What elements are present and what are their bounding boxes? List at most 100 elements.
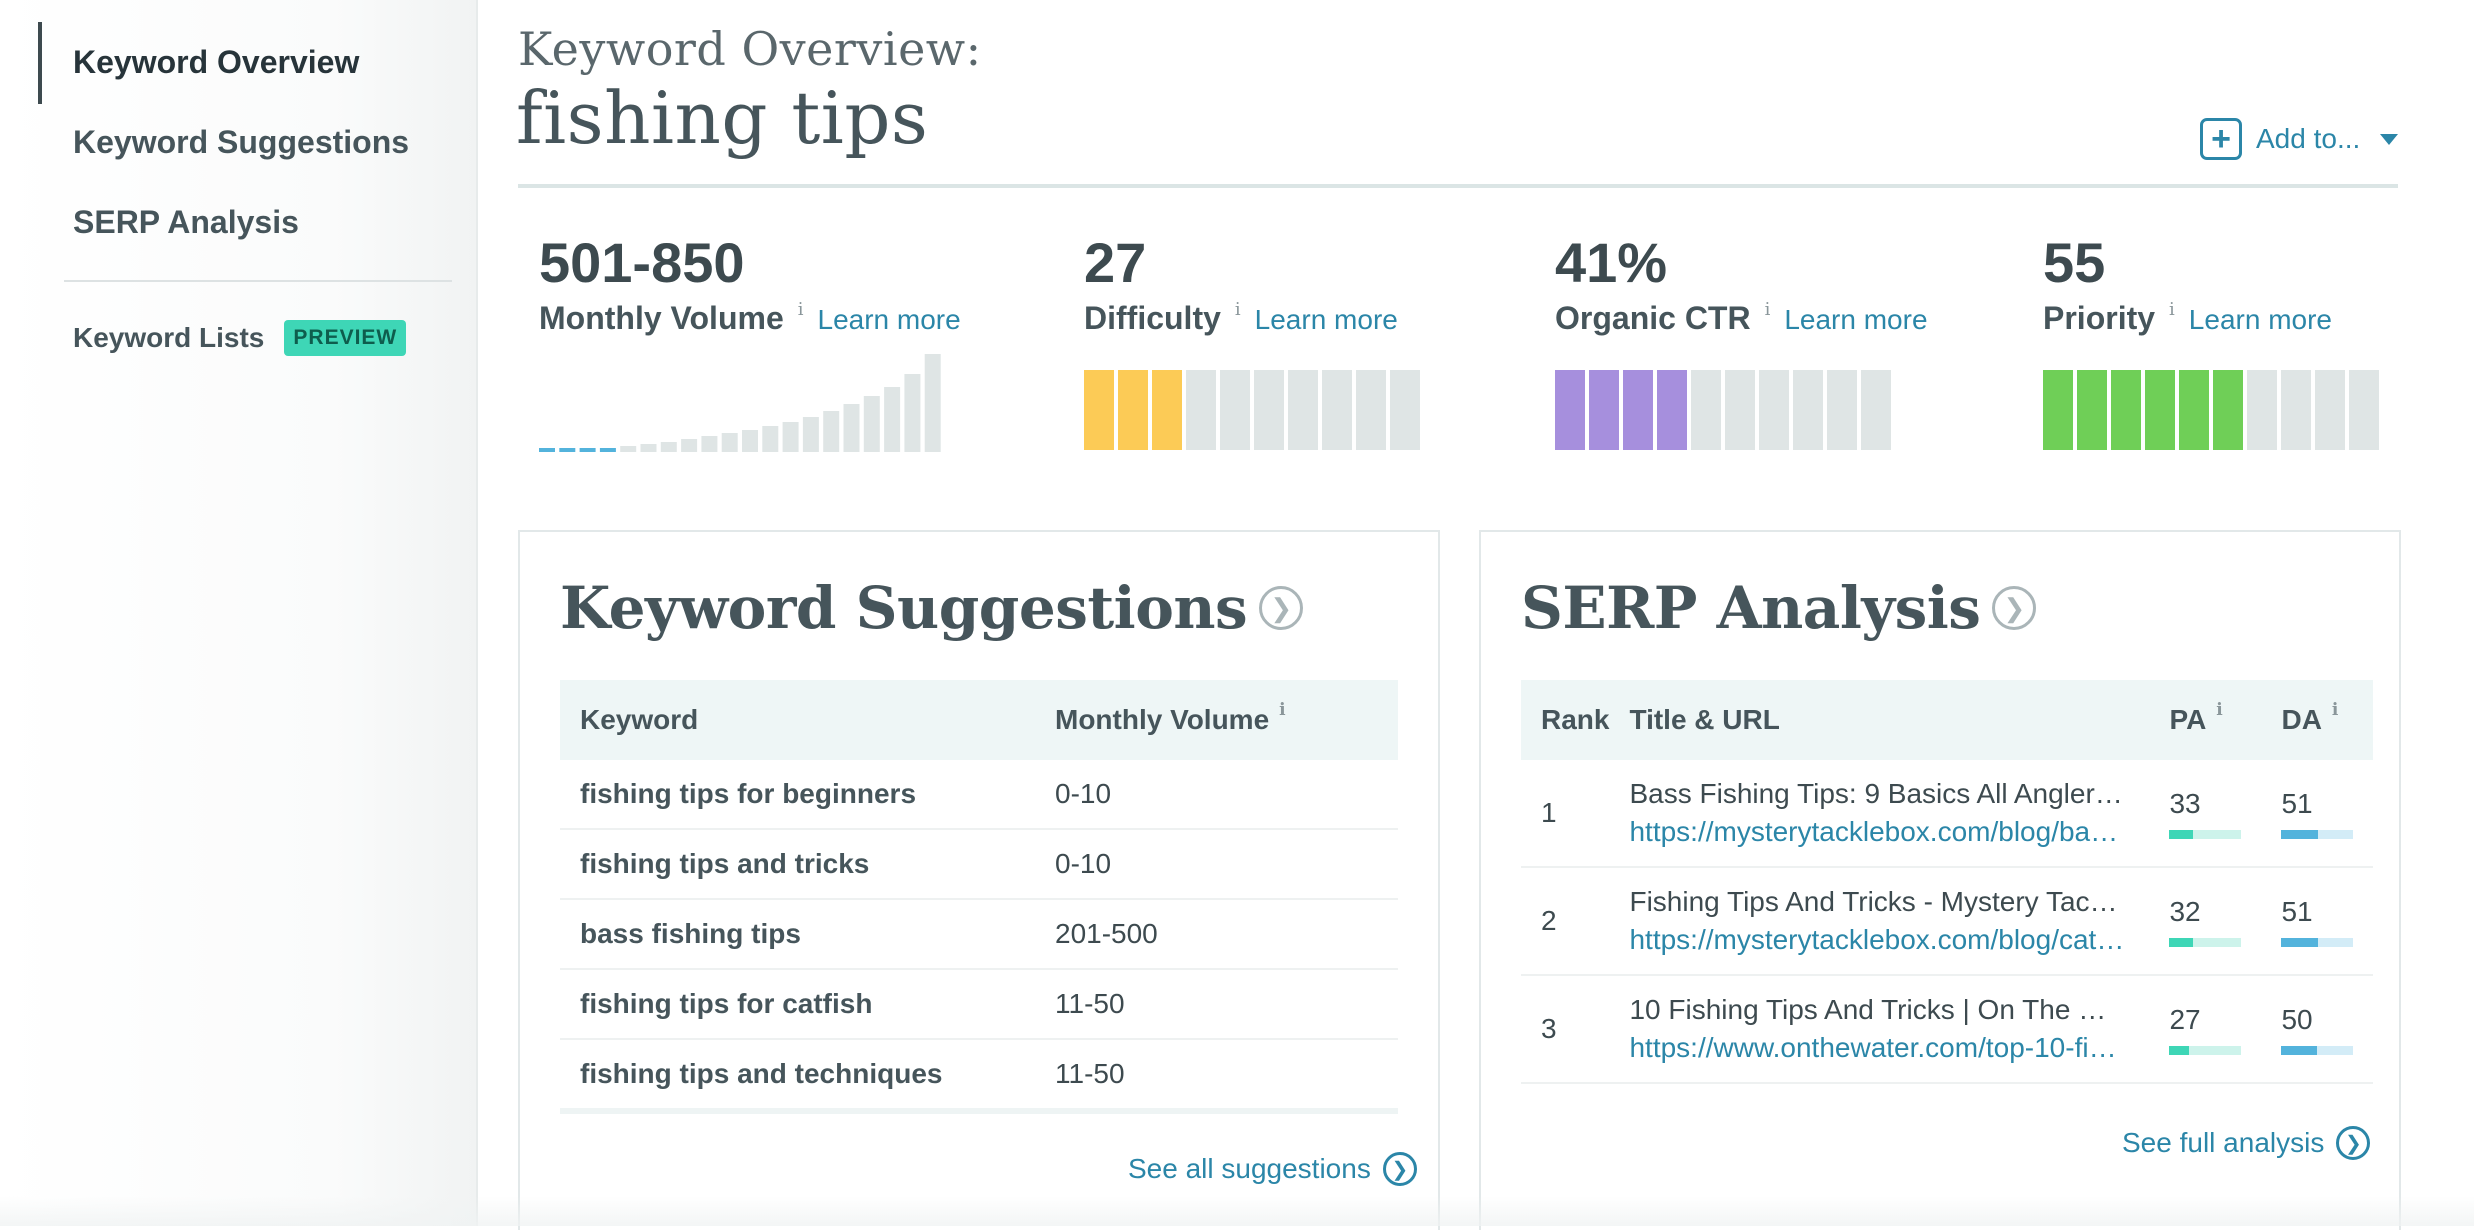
pa-value: 27 (2169, 1003, 2201, 1035)
trend-bar (904, 374, 921, 452)
info-icon[interactable]: i (2332, 700, 2338, 720)
meter-segment-filled (1623, 370, 1653, 450)
result-url-link[interactable]: https://www.onthewater.com/top-10-fishin… (1629, 1032, 2129, 1064)
info-icon[interactable]: i (1235, 299, 1241, 320)
rank-cell: 2 (1521, 867, 1630, 976)
title-url-cell: Bass Fishing Tips: 9 Basics All Anglers … (1629, 760, 2150, 868)
priority-value: 55 (2043, 231, 2106, 294)
add-to-dropdown[interactable]: + Add to... (2200, 118, 2399, 160)
table-row[interactable]: 1 Bass Fishing Tips: 9 Basics All Angler… (1521, 760, 2374, 868)
table-row[interactable]: 2 Fishing Tips And Tricks - Mystery Tack… (1521, 867, 2374, 976)
trend-bar (802, 417, 819, 452)
table-row[interactable]: bass fishing tips 201-500 (560, 899, 1398, 970)
da-bar-fill (2281, 829, 2319, 839)
active-indicator (38, 22, 42, 104)
meter-segment-filled (2077, 370, 2107, 450)
meter-segment-empty (1725, 370, 1755, 450)
result-title: Bass Fishing Tips: 9 Basics All Anglers … (1629, 778, 2129, 809)
trend-bar (884, 387, 901, 452)
chevron-right-icon[interactable]: ❯ (1992, 586, 2037, 630)
title-url-cell: Fishing Tips And Tricks - Mystery Tackle… (1629, 867, 2150, 976)
trend-bar (701, 436, 718, 452)
trend-bar (782, 422, 799, 452)
meter-segment-filled (1118, 370, 1148, 450)
meter-segment-empty (1254, 370, 1284, 450)
meter-segment-empty (1691, 370, 1721, 450)
difficulty-label: Difficulty (1084, 300, 1221, 336)
priority-meter (2043, 370, 2379, 450)
monthly-volume-learn-more-link[interactable]: Learn more (818, 304, 961, 336)
result-url-link[interactable]: https://mysterytacklebox.com/blog/bass-f… (1629, 816, 2129, 848)
see-full-analysis-link[interactable]: See full analysis ❯ (2122, 1126, 2371, 1160)
result-title: Fishing Tips And Tricks - Mystery Tackle… (1629, 886, 2130, 917)
meter-segment-filled (2179, 370, 2209, 450)
sidebar-item-keyword-overview[interactable]: Keyword Overview (73, 44, 359, 81)
volume-cell: 0-10 (1035, 760, 1398, 830)
column-header-da: DA i (2261, 680, 2374, 760)
keyword-cell: fishing tips and techniques (560, 1039, 1035, 1114)
meter-segment-filled (1589, 370, 1619, 450)
meter-segment-filled (2043, 370, 2073, 450)
serp-analysis-title: SERP Analysis (1521, 574, 1981, 642)
chevron-right-icon: ❯ (1382, 1152, 1417, 1186)
trend-bar (539, 448, 555, 452)
keyword-cell: fishing tips for beginners (560, 760, 1035, 830)
da-value: 51 (2281, 787, 2313, 819)
chevron-right-icon[interactable]: ❯ (1259, 586, 1304, 630)
da-value: 51 (2281, 895, 2313, 927)
priority-label: Priority (2043, 300, 2156, 336)
pa-bar (2169, 937, 2242, 947)
meter-segment-empty (1356, 370, 1386, 450)
volume-cell: 11-50 (1035, 1039, 1398, 1114)
info-icon[interactable]: i (798, 299, 804, 320)
metric-priority: 55 Priority i Learn more (2043, 228, 2332, 337)
keyword-suggestions-table: Keyword Monthly Volume i fishing tips for… (560, 680, 1398, 1114)
keyword-suggestions-panel: Keyword Suggestions ❯ Keyword Monthly Vo… (518, 530, 1440, 1230)
sidebar-item-keyword-suggestions[interactable]: Keyword Suggestions (73, 124, 409, 161)
pa-bar-fill (2169, 1045, 2189, 1055)
trend-bar (924, 354, 941, 452)
page-title-keyword: fishing tips (516, 76, 929, 160)
result-url-link[interactable]: https://mysterytacklebox.com/blog/catego… (1629, 924, 2129, 956)
sidebar-item-keyword-lists[interactable]: Keyword Lists PREVIEW (73, 320, 407, 356)
meter-segment-empty (2281, 370, 2311, 450)
info-icon[interactable]: i (1765, 299, 1771, 320)
pa-value: 33 (2169, 787, 2201, 819)
meter-segment-filled (1152, 370, 1182, 450)
trend-bar (640, 444, 657, 452)
meter-segment-filled (2111, 370, 2141, 450)
organic-ctr-label: Organic CTR (1555, 300, 1751, 336)
volume-cell: 0-10 (1035, 829, 1398, 900)
keyword-suggestions-title: Keyword Suggestions (560, 574, 1248, 642)
table-row[interactable]: fishing tips and techniques 11-50 (560, 1039, 1398, 1114)
info-icon[interactable]: i (2169, 299, 2175, 320)
table-row[interactable]: fishing tips for catfish 11-50 (560, 969, 1398, 1040)
trend-bar (599, 448, 616, 452)
pa-cell: 32 (2149, 867, 2262, 976)
see-all-suggestions-link[interactable]: See all suggestions ❯ (1128, 1152, 1417, 1186)
plus-icon: + (2200, 118, 2242, 160)
column-header-rank: Rank (1521, 680, 1630, 760)
keyword-cell: fishing tips for catfish (560, 969, 1035, 1040)
info-icon[interactable]: i (2216, 700, 2222, 720)
trend-bar (843, 404, 860, 452)
table-row[interactable]: fishing tips for beginners 0-10 (560, 760, 1398, 830)
info-icon[interactable]: i (1279, 700, 1285, 720)
table-row[interactable]: fishing tips and tricks 0-10 (560, 829, 1398, 900)
priority-learn-more-link[interactable]: Learn more (2189, 304, 2332, 336)
da-cell: 51 (2261, 760, 2374, 868)
meter-segment-empty (1322, 370, 1352, 450)
sidebar-item-serp-analysis[interactable]: SERP Analysis (73, 204, 299, 241)
metric-organic-ctr: 41% Organic CTR i Learn more (1555, 228, 1928, 337)
table-row[interactable]: 3 10 Fishing Tips And Tricks | On The Wa… (1521, 975, 2374, 1084)
metric-monthly-volume: 501-850 Monthly Volume i Learn more (539, 228, 961, 337)
meter-segment-filled (2145, 370, 2175, 450)
trend-bar (559, 448, 576, 452)
organic-ctr-learn-more-link[interactable]: Learn more (1784, 304, 1927, 336)
trend-bar (620, 446, 637, 452)
meter-segment-filled (1555, 370, 1585, 450)
difficulty-value: 27 (1084, 231, 1147, 294)
meter-segment-empty (1390, 370, 1420, 450)
difficulty-learn-more-link[interactable]: Learn more (1255, 304, 1398, 336)
column-header-title-url: Title & URL (1629, 680, 2150, 760)
